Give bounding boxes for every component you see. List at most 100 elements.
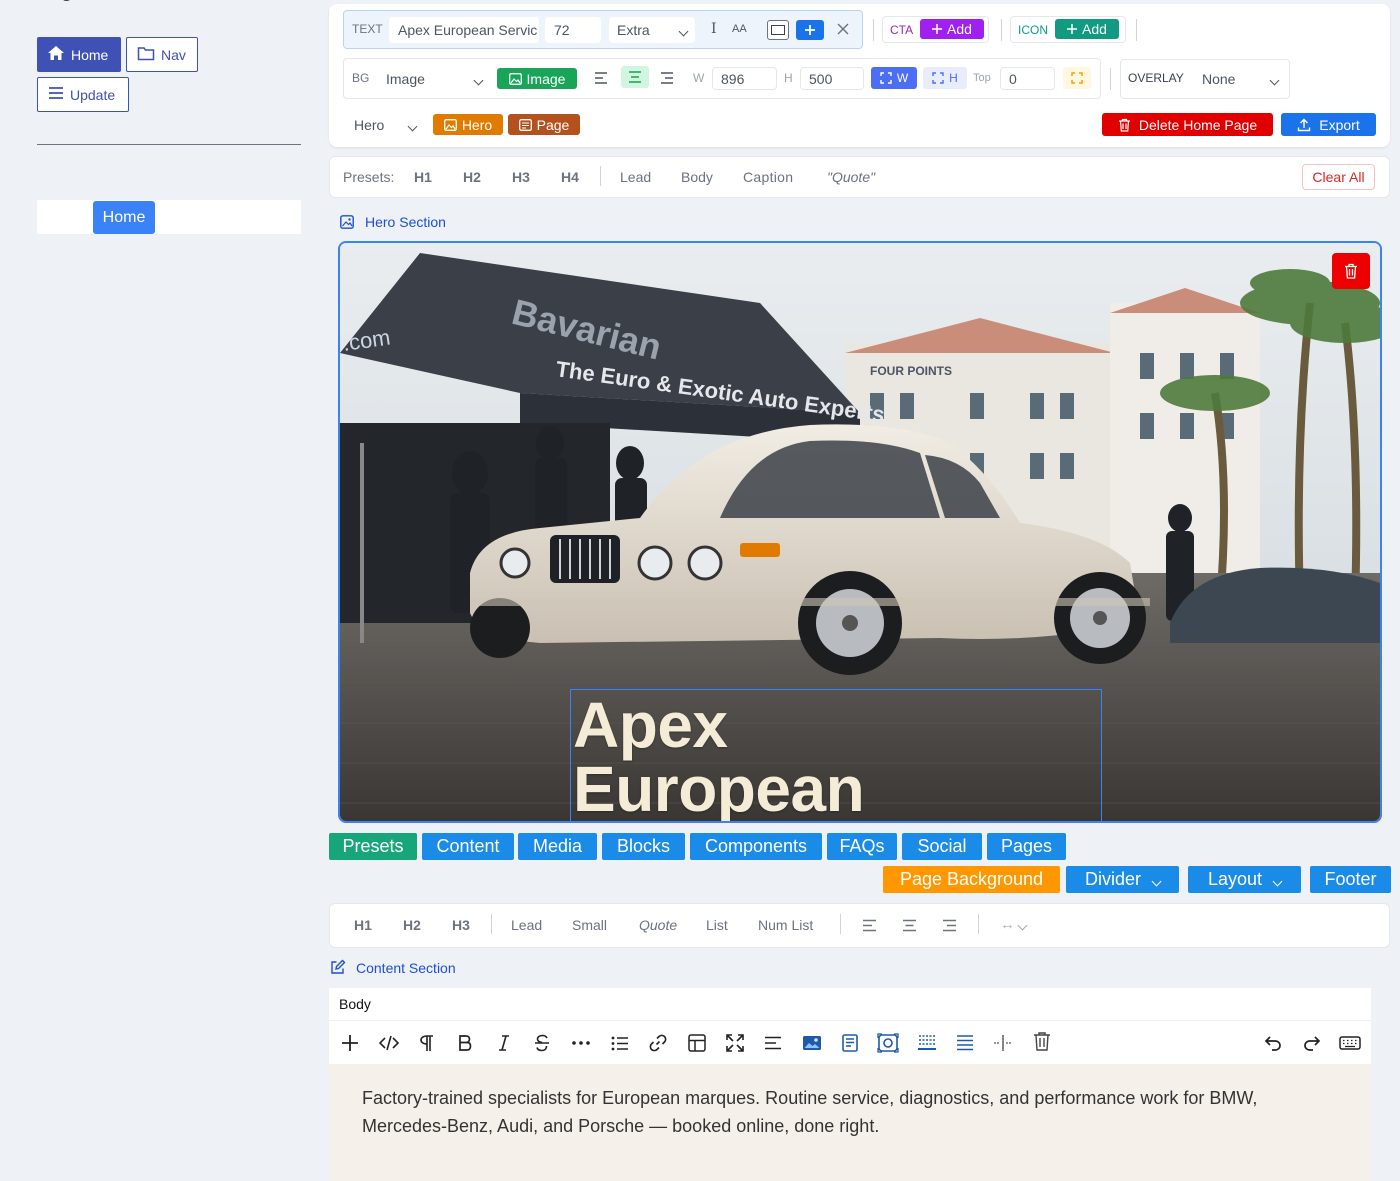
- width-input[interactable]: 896: [712, 67, 777, 90]
- fit-height-button[interactable]: H: [923, 67, 967, 89]
- bullet-list-icon[interactable]: [608, 1031, 632, 1055]
- align-center-icon[interactable]: [902, 919, 917, 937]
- preset-quote[interactable]: "Quote": [827, 169, 875, 185]
- table-icon[interactable]: [685, 1031, 709, 1055]
- page-background-button[interactable]: Page Background: [883, 866, 1060, 893]
- close-icon[interactable]: [836, 22, 850, 41]
- tab-content[interactable]: Content: [422, 833, 514, 860]
- icon-add-button[interactable]: Add: [1055, 19, 1119, 39]
- delete-home-page-button[interactable]: Delete Home Page: [1102, 113, 1273, 136]
- undo-icon[interactable]: [1261, 1031, 1285, 1055]
- preset-h1[interactable]: H1: [414, 169, 432, 185]
- chevron-down-icon: [1271, 71, 1278, 87]
- expand-icon: [932, 72, 944, 84]
- height-input[interactable]: 500: [800, 67, 864, 90]
- format-num-list[interactable]: Num List: [758, 917, 813, 933]
- italic-cursor-icon[interactable]: I: [711, 21, 717, 37]
- align-right-icon[interactable]: [942, 919, 957, 937]
- hero-bg-button[interactable]: Hero: [433, 114, 503, 135]
- preset-h4[interactable]: H4: [561, 169, 579, 185]
- chevron-down-icon: [1019, 916, 1026, 933]
- chevron-down-icon: [1274, 869, 1281, 890]
- sidebar-page-home[interactable]: Home: [93, 201, 155, 234]
- paragraph-style-select[interactable]: Body: [339, 996, 371, 1012]
- more-icon[interactable]: [569, 1031, 593, 1055]
- format-lead[interactable]: Lead: [511, 917, 542, 933]
- document-icon: [518, 118, 532, 131]
- code-icon[interactable]: [377, 1031, 401, 1055]
- keyboard-icon[interactable]: [1338, 1031, 1362, 1055]
- clear-all-button[interactable]: Clear All: [1302, 164, 1375, 190]
- insert-image-icon[interactable]: [800, 1031, 824, 1055]
- link-icon[interactable]: [646, 1031, 670, 1055]
- cta-add-button[interactable]: Add: [920, 19, 984, 39]
- fullscreen-icon[interactable]: [1063, 67, 1091, 89]
- font-size-input[interactable]: 72: [545, 17, 601, 43]
- tab-components[interactable]: Components: [690, 833, 822, 860]
- format-h1[interactable]: H1: [354, 917, 372, 933]
- tab-presets[interactable]: Presets: [329, 833, 417, 860]
- bg-type-select[interactable]: Image: [378, 66, 490, 92]
- tab-pages[interactable]: Pages: [987, 833, 1066, 860]
- tab-blocks[interactable]: Blocks: [602, 833, 685, 860]
- bold-icon[interactable]: [453, 1031, 477, 1055]
- content-editor[interactable]: Factory-trained specialists for European…: [329, 1064, 1371, 1181]
- add-text-icon[interactable]: [796, 20, 824, 40]
- insert-media-icon[interactable]: [876, 1031, 900, 1055]
- preset-body[interactable]: Body: [681, 169, 713, 185]
- overlay-select[interactable]: None: [1194, 66, 1286, 92]
- format-quote[interactable]: Quote: [639, 917, 677, 933]
- hero-section[interactable]: FOUR POINTS The Euro & Exotic Auto Exper…: [338, 241, 1382, 823]
- hero-headline[interactable]: Apex European Service: [570, 689, 1102, 823]
- tab-media[interactable]: Media: [518, 833, 597, 860]
- divider-dropdown[interactable]: Divider: [1066, 866, 1179, 893]
- strikethrough-icon[interactable]: [530, 1031, 554, 1055]
- tab-social[interactable]: Social: [902, 833, 982, 860]
- insert-document-icon[interactable]: [838, 1031, 862, 1055]
- paragraph-icon[interactable]: [415, 1031, 439, 1055]
- home-button[interactable]: Home: [37, 37, 121, 72]
- top-offset-input[interactable]: 0: [1000, 67, 1055, 90]
- italic-icon[interactable]: [492, 1031, 516, 1055]
- bg-image-button[interactable]: Image: [497, 68, 577, 89]
- hero-headline-line2: European Service: [573, 753, 865, 823]
- layout-dropdown[interactable]: Layout: [1188, 866, 1301, 893]
- box-outline-icon[interactable]: [767, 20, 789, 40]
- section-select[interactable]: Hero: [346, 112, 424, 138]
- preset-lead[interactable]: Lead: [620, 169, 651, 185]
- delete-hero-button[interactable]: [1332, 253, 1370, 289]
- format-list[interactable]: List: [706, 917, 728, 933]
- align-right-icon[interactable]: [660, 71, 674, 89]
- add-icon[interactable]: [338, 1031, 362, 1055]
- format-h2[interactable]: H2: [403, 917, 421, 933]
- fit-width-button[interactable]: W: [871, 67, 917, 89]
- tab-faqs[interactable]: FAQs: [827, 833, 897, 860]
- fit-width-label: W: [896, 71, 909, 85]
- chevron-down-icon: [680, 22, 687, 38]
- page-bg-button[interactable]: Page: [508, 114, 580, 135]
- redo-icon[interactable]: [1300, 1031, 1324, 1055]
- spacing-dropdown[interactable]: ↔: [1000, 916, 1026, 933]
- toolbar-separator: [873, 19, 874, 41]
- preset-h3[interactable]: H3: [512, 169, 530, 185]
- uppercase-toggle[interactable]: AA: [732, 23, 747, 35]
- align-left-icon[interactable]: [594, 71, 608, 89]
- format-h3[interactable]: H3: [452, 917, 470, 933]
- insert-lines-icon[interactable]: [953, 1031, 977, 1055]
- align-center-icon[interactable]: [621, 66, 649, 88]
- align-icon[interactable]: [761, 1031, 785, 1055]
- cursor-split-icon[interactable]: [991, 1031, 1015, 1055]
- preset-h2[interactable]: H2: [463, 169, 481, 185]
- font-weight-select[interactable]: Extra: [609, 17, 695, 43]
- update-button[interactable]: Update: [37, 77, 129, 112]
- fullscreen-icon[interactable]: [723, 1031, 747, 1055]
- nav-button[interactable]: Nav: [126, 37, 198, 72]
- footer-button[interactable]: Footer: [1310, 866, 1391, 893]
- text-input[interactable]: Apex European Servic: [389, 17, 539, 43]
- trash-icon[interactable]: [1030, 1029, 1054, 1053]
- align-left-icon[interactable]: [862, 919, 877, 937]
- preset-caption[interactable]: Caption: [743, 169, 793, 185]
- format-small[interactable]: Small: [572, 917, 607, 933]
- insert-divider-icon[interactable]: [915, 1031, 939, 1055]
- export-button[interactable]: Export: [1281, 113, 1376, 136]
